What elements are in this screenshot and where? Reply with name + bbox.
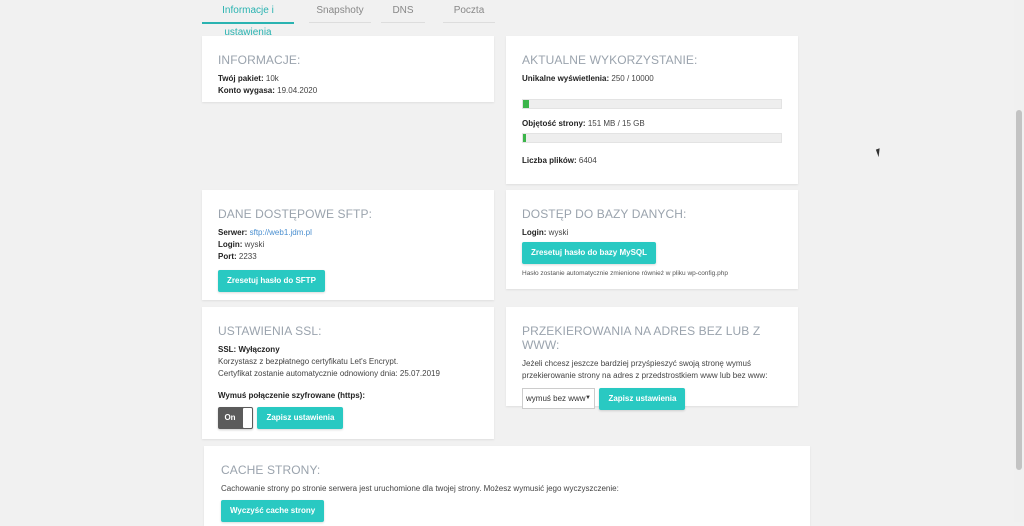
ssl-controls: On Zapisz ustawienia <box>218 407 478 429</box>
ssl-save-button[interactable]: Zapisz ustawienia <box>257 407 344 429</box>
ssl-card: USTAWIENIA SSL: SSL: Wyłączony Korzystas… <box>202 307 494 439</box>
tab-info-settings[interactable]: Informacje i ustawienia <box>202 0 294 38</box>
db-login-row: Login: wyski <box>522 228 569 237</box>
expires-row: Konto wygasa: 19.04.2020 <box>218 86 318 95</box>
mouse-cursor-icon <box>875 146 887 158</box>
size-progress-bar <box>522 133 782 143</box>
db-card: DOSTĘP DO BAZY DANYCH: Login: wyski Zres… <box>506 190 798 289</box>
force-https-toggle[interactable]: On <box>218 407 253 429</box>
db-note: Hasło zostanie automatycznie zmienione r… <box>522 270 728 277</box>
reset-sftp-password-button[interactable]: Zresetuj hasło do SFTP <box>218 270 325 292</box>
tab-mail[interactable]: Poczta <box>443 0 495 23</box>
ssl-line-2: Certyfikat zostanie automatycznie odnowi… <box>218 369 440 378</box>
usage-title: AKTUALNE WYKORZYSTANIE: <box>522 53 698 67</box>
redirect-title: PRZEKIEROWANIA NA ADRES BEZ LUB Z WWW: <box>522 324 761 352</box>
redirect-save-button[interactable]: Zapisz ustawienia <box>599 388 686 410</box>
cache-card: CACHE STRONY: Cachowanie strony po stron… <box>204 446 810 526</box>
sftp-login-row: Login: wyski <box>218 240 265 249</box>
force-https-label: Wymuś połączenie szyfrowane (https): <box>218 391 365 400</box>
tab-dns[interactable]: DNS <box>381 0 425 23</box>
db-title: DOSTĘP DO BAZY DANYCH: <box>522 207 687 221</box>
info-title: INFORMACJE: <box>218 53 301 67</box>
clear-cache-button[interactable]: Wyczyść cache strony <box>221 500 325 522</box>
redirect-line-2: przekierowanie strony na adres z przedst… <box>522 371 768 380</box>
sftp-port-row: Port: 2233 <box>218 252 257 261</box>
usage-card: AKTUALNE WYKORZYSTANIE: Unikalne wyświet… <box>506 36 798 184</box>
redirect-line-1: Jeżeli chcesz jeszcze bardziej przyśpies… <box>522 359 751 368</box>
redirect-card: PRZEKIEROWANIA NA ADRES BEZ LUB Z WWW: J… <box>506 307 798 410</box>
sftp-card: DANE DOSTĘPOWE SFTP: Serwer: sftp://web1… <box>202 190 494 300</box>
toggle-knob <box>243 408 252 428</box>
views-row: Unikalne wyświetlenia: 250 / 10000 <box>522 74 654 83</box>
reset-mysql-password-button[interactable]: Zresetuj hasło do bazy MySQL <box>522 242 657 264</box>
files-row: Liczba plików: 6404 <box>522 156 597 165</box>
info-card: INFORMACJE: Twój pakiet: 10k Konto wygas… <box>202 36 494 102</box>
cache-title: CACHE STRONY: <box>221 463 321 477</box>
redirect-controls: wymuś bez www ▼ Zapisz ustawienia <box>522 388 782 410</box>
chevron-down-icon: ▼ <box>585 395 591 401</box>
views-progress-bar <box>522 99 782 109</box>
size-progress-fill <box>523 134 527 142</box>
package-row: Twój pakiet: 10k <box>218 74 279 83</box>
tab-snapshots[interactable]: Snapshoty <box>309 0 371 23</box>
sftp-title: DANE DOSTĘPOWE SFTP: <box>218 207 373 221</box>
www-redirect-select[interactable]: wymuś bez www ▼ <box>522 388 595 409</box>
sftp-server-row: Serwer: sftp://web1.jdm.pl <box>218 228 312 237</box>
scrollbar-thumb[interactable] <box>1016 110 1022 470</box>
ssl-title: USTAWIENIA SSL: <box>218 324 322 338</box>
toggle-label: On <box>224 413 236 422</box>
ssl-line-1: Korzystasz z bezpłatnego certyfikatu Let… <box>218 357 399 366</box>
cache-line: Cachowanie strony po stronie serwera jes… <box>221 484 619 493</box>
page-scrollbar[interactable] <box>1014 0 1024 522</box>
sftp-server-link[interactable]: sftp://web1.jdm.pl <box>250 228 312 237</box>
views-progress-fill <box>523 100 530 108</box>
size-row: Objętość strony: 151 MB / 15 GB <box>522 119 645 128</box>
ssl-status: SSL: Wyłączony <box>218 345 280 354</box>
